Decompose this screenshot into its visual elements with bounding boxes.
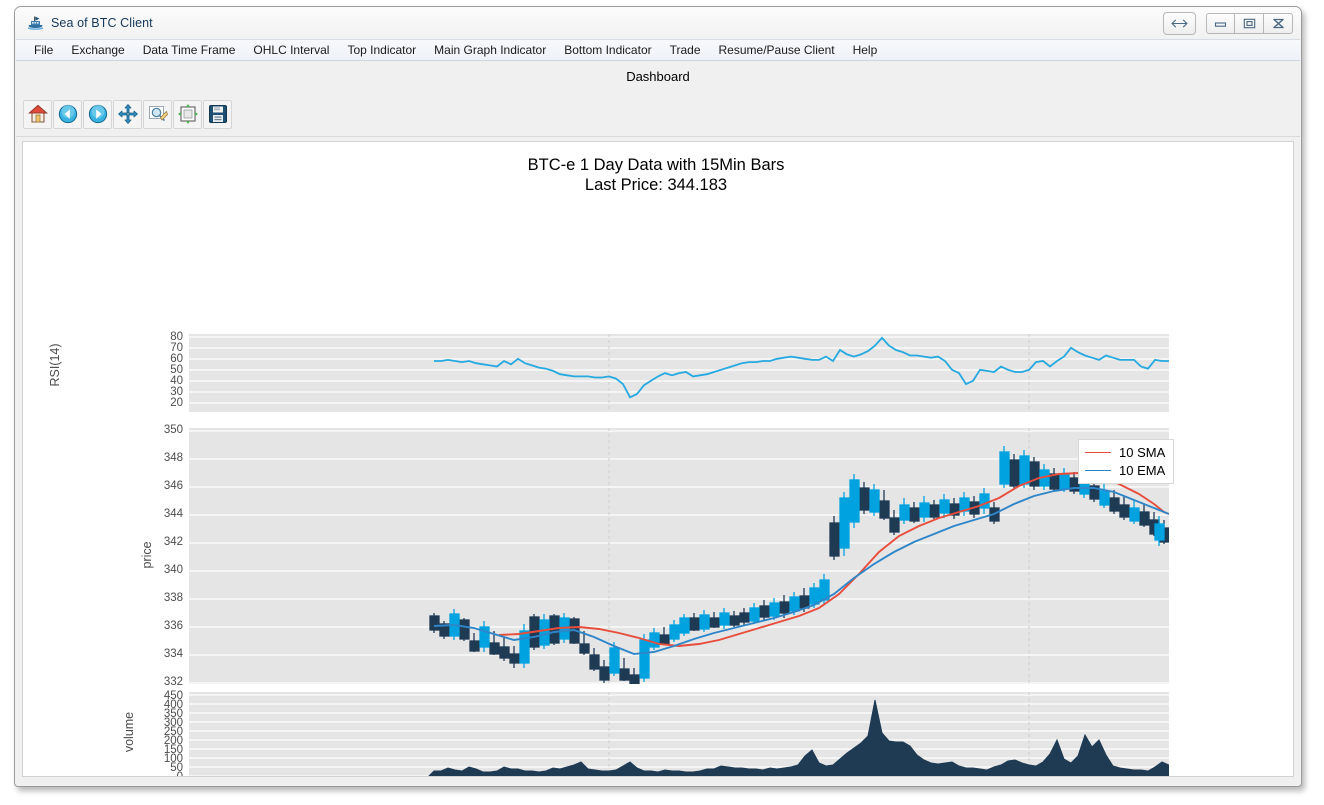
legend-entry-sma: 10 SMA [1085,445,1165,460]
price-legend: 10 SMA 10 EMA [1078,439,1174,484]
figure-canvas[interactable]: BTC-e 1 Day Data with 15Min Bars Last Pr… [22,141,1294,777]
save-floppy-icon[interactable] [203,100,232,129]
price-axes[interactable] [189,428,1169,684]
main-window: Sea of BTC Client [14,6,1302,787]
menu-ohlc-interval[interactable]: OHLC Interval [244,41,338,60]
configure-subplots-icon[interactable] [173,100,202,129]
legend-swatch-ema [1085,470,1111,471]
figure-title: BTC-e 1 Day Data with 15Min Bars Last Pr… [23,155,1289,195]
zoom-rect-icon[interactable] [143,100,172,129]
window-controls [1163,12,1293,35]
legend-label-sma: 10 SMA [1119,445,1165,460]
menu-main-graph-indicator[interactable]: Main Graph Indicator [425,41,555,60]
menu-bottom-indicator[interactable]: Bottom Indicator [555,41,660,60]
title-bar: Sea of BTC Client [15,7,1301,39]
minimize-button[interactable] [1206,13,1235,34]
rsi-axes[interactable] [189,334,1169,412]
window-body: Dashboard [16,61,1300,785]
matplotlib-figure: BTC-e 1 Day Data with 15Min Bars Last Pr… [23,142,1289,777]
menu-help[interactable]: Help [844,41,887,60]
legend-swatch-sma [1085,452,1111,453]
price-ylabel: price [140,512,154,598]
window-title: Sea of BTC Client [51,16,153,30]
matplotlib-toolbar [16,92,1300,137]
menu-trade[interactable]: Trade [661,41,710,60]
application-window: Sea of BTC Client [0,0,1324,805]
menu-file[interactable]: File [25,41,62,60]
rsi-ylabel: RSI(14) [48,322,62,408]
legend-entry-ema: 10 EMA [1085,463,1165,478]
resize-restore-button[interactable] [1163,12,1196,35]
legend-label-ema: 10 EMA [1119,463,1165,478]
menu-resume-pause-client[interactable]: Resume/Pause Client [710,41,844,60]
app-boat-icon [27,14,44,31]
title-bar-left: Sea of BTC Client [27,14,153,31]
close-button[interactable] [1264,13,1293,34]
pan-move-icon[interactable] [113,100,142,129]
menu-exchange[interactable]: Exchange [62,41,133,60]
forward-arrow-icon[interactable] [83,100,112,129]
home-icon[interactable] [23,100,52,129]
menu-top-indicator[interactable]: Top Indicator [338,41,425,60]
maximize-button[interactable] [1235,13,1264,34]
tab-dashboard[interactable]: Dashboard [626,69,690,84]
tab-strip: Dashboard [16,61,1300,92]
volume-axes[interactable] [189,692,1169,777]
notebook: Dashboard [16,61,1300,785]
back-arrow-icon[interactable] [53,100,82,129]
menu-bar: File Exchange Data Time Frame OHLC Inter… [16,39,1300,61]
menu-data-time-frame[interactable]: Data Time Frame [134,41,245,60]
